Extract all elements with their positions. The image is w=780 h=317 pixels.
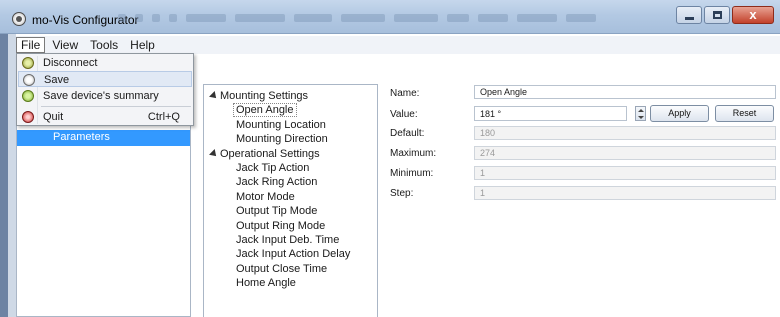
menu-item-save[interactable]: Save — [18, 71, 192, 87]
parameter-details-panel: Name: Open Angle Value: 181 ° Apply Rese… — [380, 84, 780, 317]
title-bar: mo-Vis Configurator x — [0, 0, 780, 34]
menu-item-save-summary[interactable]: Save device's summary — [18, 88, 192, 104]
tree-item-jack-input-deb-time[interactable]: Jack Input Deb. Time — [204, 233, 377, 247]
step-label: Step: — [390, 188, 414, 199]
menu-item-label: Save device's summary — [43, 90, 159, 102]
maximum-field: 274 — [474, 146, 776, 160]
step-field: 1 — [474, 186, 776, 200]
tree-group-label: Mounting Settings — [220, 90, 309, 102]
tree-group-mounting-settings[interactable]: Mounting Settings — [204, 89, 377, 103]
tree-item-parameters[interactable]: Parameters — [17, 130, 190, 146]
tree-item-jack-input-action-delay[interactable]: Jack Input Action Delay — [204, 247, 377, 261]
window-left-border — [0, 0, 8, 317]
tree-item-home-angle[interactable]: Home Angle — [204, 276, 377, 290]
menu-help[interactable]: Help — [125, 37, 160, 53]
tree-item-label: Jack Tip Action — [236, 161, 310, 174]
tree-group-label: Operational Settings — [220, 147, 320, 160]
tree-item-label: Home Angle — [236, 277, 296, 290]
tree-item-label: Mounting Direction — [236, 133, 328, 146]
maximum-label: Maximum: — [390, 148, 437, 159]
tree-item-output-ring-mode[interactable]: Output Ring Mode — [204, 219, 377, 233]
minimum-field: 1 — [474, 166, 776, 180]
maximize-icon — [713, 11, 722, 19]
tree-item-label: Output Tip Mode — [236, 205, 318, 218]
disconnect-icon — [22, 57, 34, 69]
menu-item-label: Quit — [43, 111, 64, 123]
reset-button[interactable]: Reset — [715, 105, 774, 122]
close-icon: x — [749, 7, 757, 22]
minimize-icon — [685, 17, 694, 20]
menu-item-label: Disconnect — [43, 57, 98, 69]
window-controls: x — [676, 6, 774, 24]
tree-item-jack-tip-action[interactable]: Jack Tip Action — [204, 161, 377, 175]
tree-item-output-tip-mode[interactable]: Output Tip Mode — [204, 204, 377, 218]
settings-tree: Mounting Settings Open Angle Mounting Lo… — [203, 84, 378, 317]
tree-item-open-angle[interactable]: Open Angle — [204, 103, 377, 118]
menu-item-label: Save — [44, 74, 70, 86]
window-frame-left — [8, 34, 16, 317]
menu-file[interactable]: File — [16, 37, 46, 53]
maximize-button[interactable] — [704, 6, 730, 24]
value-input[interactable]: 181 ° — [474, 106, 627, 121]
tree-item-label: Output Close Time — [236, 262, 328, 275]
spin-down-icon[interactable] — [638, 116, 644, 119]
value-spinner[interactable] — [635, 106, 646, 121]
tree-item-label: Jack Ring Action — [236, 176, 318, 189]
name-field[interactable]: Open Angle — [474, 85, 776, 99]
close-button[interactable]: x — [732, 6, 774, 24]
quit-icon — [22, 111, 34, 123]
menu-item-shortcut: Ctrl+Q — [147, 111, 180, 123]
expanded-arrow-icon[interactable] — [209, 148, 219, 159]
default-label: Default: — [390, 128, 425, 139]
tree-item-mounting-direction[interactable]: Mounting Direction — [204, 132, 377, 146]
tree-item-motor-mode[interactable]: Motor Mode — [204, 190, 377, 204]
value-label: Value: — [390, 109, 418, 120]
tree-group-operational-settings[interactable]: Operational Settings — [204, 147, 377, 161]
spin-up-icon[interactable] — [638, 109, 644, 112]
tree-item-label: Open Angle — [233, 103, 297, 118]
tree-item-output-close-time[interactable]: Output Close Time — [204, 262, 377, 276]
save-icon — [23, 74, 35, 86]
tree-item-mounting-location[interactable]: Mounting Location — [204, 118, 377, 132]
name-label: Name: — [390, 88, 420, 99]
file-menu-dropdown: Disconnect Save Save device's summary Qu… — [16, 53, 194, 126]
tree-item-label: Jack Input Deb. Time — [236, 233, 340, 246]
default-field: 180 — [474, 126, 776, 140]
apply-button[interactable]: Apply — [650, 105, 709, 122]
tree-item-label: Parameters — [53, 131, 110, 143]
menu-separator — [41, 106, 191, 107]
tree-item-label: Motor Mode — [236, 190, 295, 203]
menu-view[interactable]: View — [47, 37, 83, 53]
expanded-arrow-icon[interactable] — [209, 91, 219, 101]
tree-item-jack-ring-action[interactable]: Jack Ring Action — [204, 175, 377, 189]
tree-item-label: Jack Input Action Delay — [236, 248, 351, 261]
tree-item-label: Output Ring Mode — [236, 219, 326, 232]
minimize-button[interactable] — [676, 6, 702, 24]
tree-item-label: Mounting Location — [236, 118, 326, 131]
menu-bar: File View Tools Help — [16, 36, 780, 54]
app-icon[interactable] — [12, 12, 26, 26]
summary-icon — [22, 90, 34, 102]
menu-item-disconnect[interactable]: Disconnect — [18, 55, 192, 71]
menu-item-quit[interactable]: Quit Ctrl+Q — [18, 109, 192, 125]
minimum-label: Minimum: — [390, 168, 434, 179]
menu-tools[interactable]: Tools — [85, 37, 123, 53]
background-window-ribbon — [118, 10, 678, 26]
